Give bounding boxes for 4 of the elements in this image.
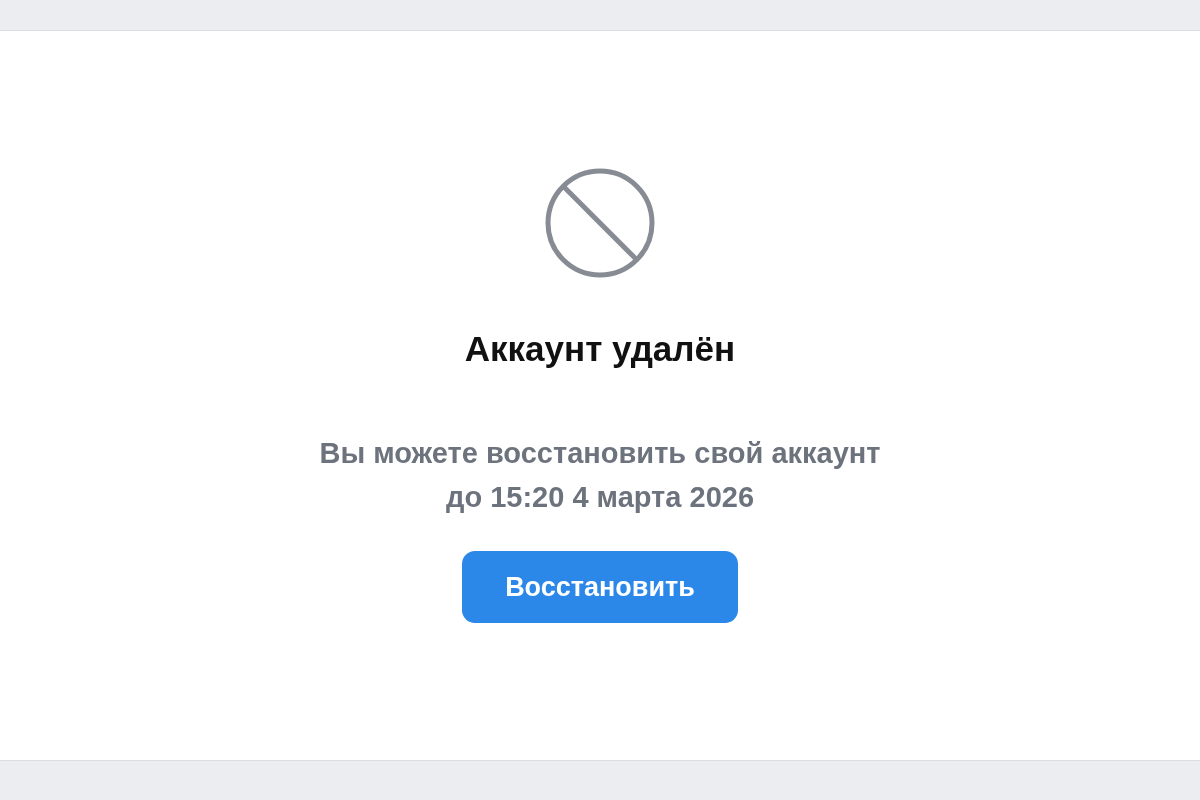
prohibited-icon bbox=[544, 167, 656, 279]
restore-button[interactable]: Восстановить bbox=[462, 551, 738, 623]
notice-title: Аккаунт удалён bbox=[464, 328, 736, 370]
notice-message: Вы можете восстановить свой аккаунт до 15:20 4 марта 2026 bbox=[319, 436, 881, 515]
